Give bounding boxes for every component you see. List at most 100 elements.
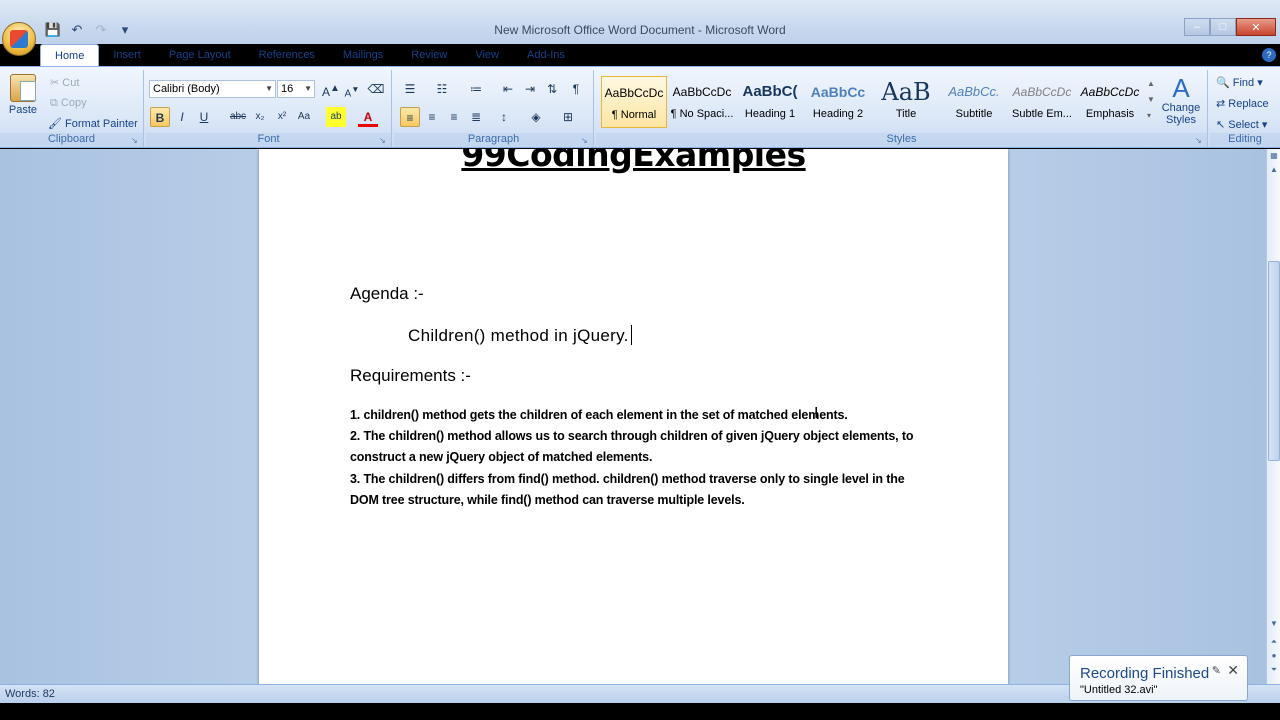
paragraph-launcher-icon[interactable]: ↘	[581, 136, 590, 145]
align-center-icon[interactable]: ≡	[422, 107, 442, 127]
copy-button[interactable]: ⧉ Copy	[50, 97, 87, 110]
subscript-icon[interactable]: x₂	[250, 107, 270, 127]
word-count[interactable]: Words: 82	[5, 688, 55, 700]
line-spacing-icon[interactable]: ↕	[494, 107, 514, 127]
style-heading-2[interactable]: AaBbCc Heading 2	[805, 76, 871, 128]
styles-launcher-icon[interactable]: ↘	[1195, 136, 1204, 145]
document-area: 99CodingExamples Agenda :- Children() me…	[0, 149, 1266, 684]
recording-title: Recording Finished	[1080, 665, 1210, 682]
underline-icon[interactable]: U	[194, 107, 214, 127]
style-title[interactable]: AaB Title	[873, 76, 939, 128]
font-size-select[interactable]: 16 ▼	[277, 80, 315, 98]
office-logo-icon	[10, 30, 28, 48]
scroll-up-icon[interactable]: ▲	[1267, 165, 1280, 174]
style-preview: AaB	[881, 78, 931, 106]
style-normal[interactable]: AaBbCcDc ¶ Normal	[601, 76, 667, 128]
help-icon[interactable]: ?	[1262, 48, 1276, 62]
office-button[interactable]	[2, 22, 36, 56]
font-family-select[interactable]: Calibri (Body) ▼	[149, 80, 276, 98]
styles-group-label: Styles	[596, 133, 1207, 147]
show-marks-icon[interactable]: ¶	[566, 79, 586, 99]
paragraph-group: ☰ ☷ ≔ ⇤ ⇥ ⇅ ¶ ≡ ≡ ≡ ≣ ↕ ◈ ⊞ Paragraph ↘	[394, 70, 594, 147]
change-styles-button[interactable]: A Change Styles	[1159, 74, 1203, 126]
style-preview: AaBbCcDc	[1080, 85, 1140, 99]
replace-button[interactable]: ⇄ Replace	[1216, 97, 1269, 110]
styles-scroll-icon[interactable]: ▲ ▼ ▾	[1147, 76, 1155, 124]
mouse-cursor-icon: I	[814, 405, 819, 422]
style-no-spacing[interactable]: AaBbCcDc ¶ No Spaci...	[669, 76, 735, 128]
scrollbar-thumb[interactable]	[1268, 261, 1280, 461]
copy-label: Copy	[60, 97, 87, 109]
cut-button[interactable]: ✂ Cut	[50, 76, 79, 89]
vertical-scrollbar[interactable]: ▦ ▲ ▼ ⏶ ● ⏷	[1266, 149, 1280, 684]
style-subtle-emphasis[interactable]: AaBbCcDc Subtle Em...	[1009, 76, 1075, 128]
align-right-icon[interactable]: ≡	[444, 107, 464, 127]
align-left-icon[interactable]: ≡	[400, 107, 420, 127]
decrease-indent-icon[interactable]: ⇤	[498, 79, 518, 99]
editing-group: 🔍 Find ▾ ⇄ Replace ↖ Select ▾ Editing	[1210, 70, 1280, 147]
font-group: Calibri (Body) ▼ 16 ▼ A▲ A▼ ⌫ B I U abc x₂…	[146, 70, 392, 147]
agenda-item: Children() method in jQuery.	[408, 325, 632, 346]
superscript-icon[interactable]: x²	[272, 107, 292, 127]
multilevel-list-icon[interactable]: ≔	[466, 79, 486, 99]
clipboard-group-label: Clipboard	[0, 133, 143, 147]
document-page[interactable]: 99CodingExamples Agenda :- Children() me…	[259, 149, 1008, 684]
previous-page-icon[interactable]: ⏶	[1267, 637, 1280, 647]
agenda-label: Agenda :-	[350, 284, 424, 303]
replace-label: Replace	[1228, 98, 1269, 110]
find-button[interactable]: 🔍 Find ▾	[1216, 76, 1263, 89]
strikethrough-icon[interactable]: abc	[228, 107, 248, 127]
italic-icon[interactable]: I	[172, 107, 192, 127]
style-preview: AaBbCcDc	[604, 86, 664, 100]
minimize-button[interactable]: ‒	[1184, 18, 1210, 36]
maximize-button[interactable]: □	[1210, 18, 1236, 36]
change-case-icon[interactable]: Aa	[294, 107, 314, 127]
tab-view[interactable]: View	[461, 44, 513, 66]
style-name: ¶ No Spaci...	[670, 108, 734, 120]
style-heading-1[interactable]: AaBbC( Heading 1	[737, 76, 803, 128]
paragraph-group-label: Paragraph	[394, 133, 593, 147]
next-page-icon[interactable]: ⏷	[1267, 665, 1280, 675]
highlight-icon[interactable]: ab	[326, 107, 346, 127]
select-button[interactable]: ↖ Select ▾	[1216, 118, 1267, 131]
tab-insert[interactable]: Insert	[99, 44, 155, 66]
tab-review[interactable]: Review	[397, 44, 461, 66]
font-launcher-icon[interactable]: ↘	[379, 136, 388, 145]
grow-font-icon[interactable]: A▲	[321, 79, 341, 99]
paste-button[interactable]: Paste	[6, 74, 40, 116]
scroll-down-icon[interactable]: ▼	[1267, 619, 1280, 628]
tab-page-layout[interactable]: Page Layout	[155, 44, 245, 66]
tab-references[interactable]: References	[245, 44, 329, 66]
clipboard-group: Paste ✂ Cut ⧉ Copy 🖌 Format Painter Clip…	[0, 70, 144, 147]
numbering-icon[interactable]: ☷	[432, 79, 452, 99]
style-subtitle[interactable]: AaBbCc. Subtitle	[941, 76, 1007, 128]
requirement-point: 2. The children() method allows us to se…	[350, 429, 914, 465]
tab-home[interactable]: Home	[40, 44, 100, 66]
close-notification-icon[interactable]: ✕	[1227, 662, 1239, 679]
style-emphasis[interactable]: AaBbCcDc Emphasis	[1077, 76, 1143, 128]
style-preview: AaBbCcDc	[672, 85, 732, 99]
clear-formatting-icon[interactable]: ⌫	[366, 79, 386, 99]
style-preview: AaBbCc	[810, 84, 866, 100]
style-preview: AaBbCcDc	[1012, 85, 1072, 99]
shading-icon[interactable]: ◈	[526, 107, 546, 127]
bold-icon[interactable]: B	[150, 107, 170, 127]
shrink-font-icon[interactable]: A▼	[342, 79, 362, 99]
tab-add-ins[interactable]: Add-Ins	[513, 44, 579, 66]
justify-icon[interactable]: ≣	[466, 107, 486, 127]
close-button[interactable]: ✕	[1236, 18, 1276, 36]
font-group-label: Font	[146, 133, 391, 147]
font-color-icon[interactable]: A	[358, 107, 378, 127]
ruler-toggle-icon[interactable]: ▦	[1267, 151, 1280, 160]
browse-object-icon[interactable]: ●	[1267, 651, 1280, 660]
edit-icon[interactable]: ✎	[1212, 664, 1221, 677]
format-painter-button[interactable]: 🖌 Format Painter	[48, 117, 138, 130]
bullets-icon[interactable]: ☰	[400, 79, 420, 99]
recording-notification[interactable]: Recording Finished ✎ ✕ "Untitled 32.avi"	[1069, 655, 1248, 701]
increase-indent-icon[interactable]: ⇥	[520, 79, 540, 99]
document-heading: 99CodingExamples	[461, 149, 806, 174]
sort-icon[interactable]: ⇅	[542, 79, 562, 99]
clipboard-launcher-icon[interactable]: ↘	[131, 136, 140, 145]
tab-mailings[interactable]: Mailings	[329, 44, 397, 66]
borders-icon[interactable]: ⊞	[558, 107, 578, 127]
